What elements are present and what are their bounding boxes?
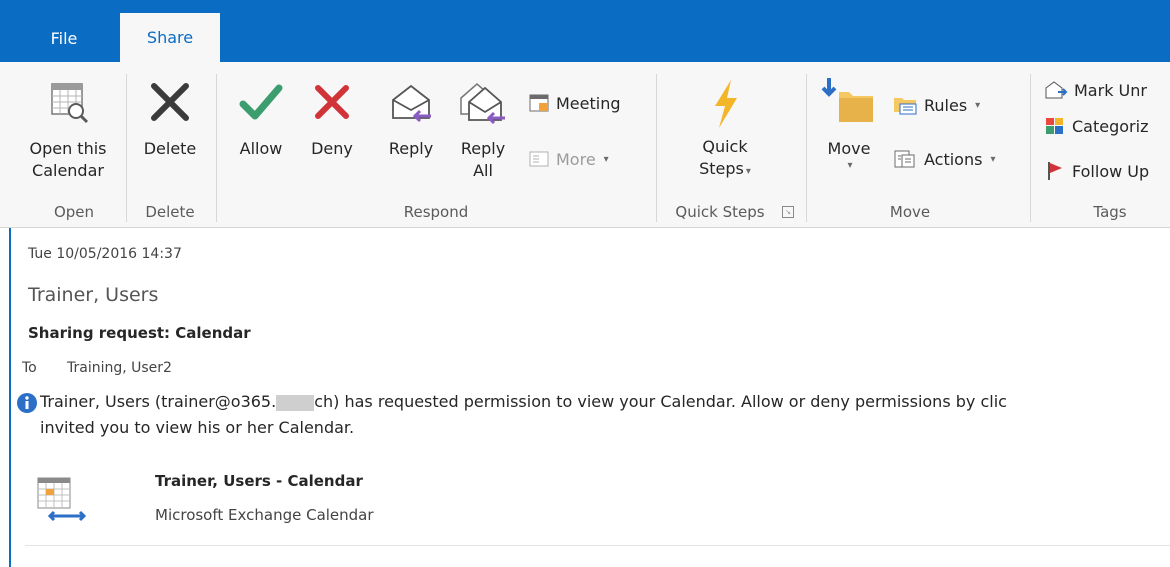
- actions-button[interactable]: Actions ▾: [892, 148, 995, 170]
- deny-x-icon: [315, 85, 349, 119]
- move-folder-icon: [821, 78, 873, 122]
- categorize-button[interactable]: Categoriz: [1044, 116, 1148, 136]
- checkmark-icon: [239, 84, 283, 120]
- allow-label: Allow: [239, 139, 283, 158]
- message-date: Tue 10/05/2016 14:37: [28, 246, 182, 262]
- reply-envelope-icon: [392, 84, 431, 123]
- tab-file[interactable]: File: [30, 14, 98, 62]
- quick-steps-label-1: Quick: [702, 137, 748, 156]
- info-icon: [17, 393, 37, 413]
- allow-button[interactable]: Allow: [226, 78, 296, 160]
- move-button[interactable]: Move ▾: [814, 74, 884, 171]
- meeting-button[interactable]: Meeting: [528, 92, 621, 114]
- quick-steps-label-2: Steps ▾: [699, 159, 751, 178]
- follow-up-label: Follow Up: [1072, 161, 1150, 181]
- info-text-part-2: ch) has requested permission to view you…: [314, 392, 1007, 411]
- move-label: Move: [827, 139, 871, 158]
- quick-steps-dropdown-icon: ▾: [745, 166, 751, 177]
- actions-icon: [894, 150, 915, 168]
- reply-button[interactable]: Reply: [376, 78, 446, 160]
- open-this-calendar-button[interactable]: Open this Calendar: [18, 78, 118, 182]
- mark-unread-button[interactable]: Mark Unr: [1044, 80, 1147, 100]
- quick-steps-button[interactable]: Quick Steps ▾: [680, 78, 770, 183]
- info-text-part-1: Trainer, Users (trainer@o365.: [40, 392, 277, 411]
- delete-button[interactable]: Delete: [132, 78, 208, 160]
- group-label-tags: Tags: [1093, 203, 1127, 221]
- reply-all-label-2: All: [473, 161, 493, 180]
- deny-label: Deny: [311, 139, 353, 158]
- more-dropdown-icon: ▾: [603, 153, 609, 165]
- follow-up-button[interactable]: Follow Up: [1044, 160, 1149, 182]
- info-message-line-1: Trainer, Users (trainer@o365. ch) has req…: [40, 392, 1007, 411]
- categorize-icon: [1046, 118, 1063, 134]
- mark-unread-label: Mark Unr: [1074, 80, 1147, 100]
- shared-calendar-icon[interactable]: [28, 472, 92, 528]
- flag-icon: [1048, 162, 1062, 180]
- categorize-label: Categoriz: [1072, 116, 1149, 136]
- separator: [656, 74, 657, 222]
- actions-dropdown-icon: ▾: [990, 153, 996, 165]
- deny-button[interactable]: Deny: [300, 78, 364, 160]
- more-button[interactable]: More ▾: [528, 148, 609, 170]
- reply-all-button[interactable]: Reply All: [450, 78, 516, 182]
- delete-label: Delete: [143, 139, 197, 158]
- message-sender[interactable]: Trainer, Users: [28, 284, 158, 306]
- open-label-2: Calendar: [32, 161, 104, 180]
- reply-all-label-1: Reply: [460, 139, 506, 158]
- group-label-move: Move: [889, 203, 931, 221]
- redacted-block: [276, 394, 315, 411]
- meeting-calendar-icon: [529, 94, 549, 112]
- group-label-delete: Delete: [145, 203, 195, 221]
- separator: [806, 74, 807, 222]
- open-label-1: Open this: [29, 139, 107, 158]
- mark-unread-icon: [1045, 81, 1068, 99]
- quick-steps-dialog-launcher-icon[interactable]: ↘: [782, 206, 794, 218]
- more-label: More: [556, 149, 596, 169]
- separator: [126, 74, 127, 222]
- move-dropdown-icon: ▾: [847, 160, 853, 171]
- meeting-label: Meeting: [556, 93, 621, 113]
- tab-share[interactable]: Share: [120, 13, 220, 62]
- group-label-respond: Respond: [403, 203, 469, 221]
- lightning-icon: [715, 80, 737, 128]
- calendar-title[interactable]: Trainer, Users - Calendar: [155, 472, 363, 490]
- separator: [1030, 74, 1031, 222]
- to-label: To: [22, 360, 37, 376]
- actions-label: Actions: [924, 149, 983, 169]
- rules-label: Rules: [924, 95, 968, 115]
- group-label-open: Open: [53, 203, 95, 221]
- separator: [216, 74, 217, 222]
- info-message-line-2: invited you to view his or her Calendar.: [40, 418, 355, 437]
- calendar-search-icon: [51, 83, 89, 124]
- rules-dropdown-icon: ▾: [975, 99, 981, 111]
- to-recipient[interactable]: Training, User2: [67, 360, 172, 376]
- reply-all-envelope-icon: [460, 83, 505, 125]
- pane-left-border: [9, 228, 11, 567]
- group-label-quick-steps: Quick Steps: [675, 203, 765, 221]
- reply-label: Reply: [388, 139, 434, 158]
- delete-x-icon: [151, 83, 189, 121]
- more-icon: [529, 151, 549, 167]
- rules-icon: [894, 98, 917, 115]
- calendar-subtitle: Microsoft Exchange Calendar: [155, 506, 374, 524]
- message-subject: Sharing request: Calendar: [28, 324, 251, 342]
- rules-button[interactable]: Rules ▾: [892, 94, 980, 116]
- divider: [25, 545, 1170, 546]
